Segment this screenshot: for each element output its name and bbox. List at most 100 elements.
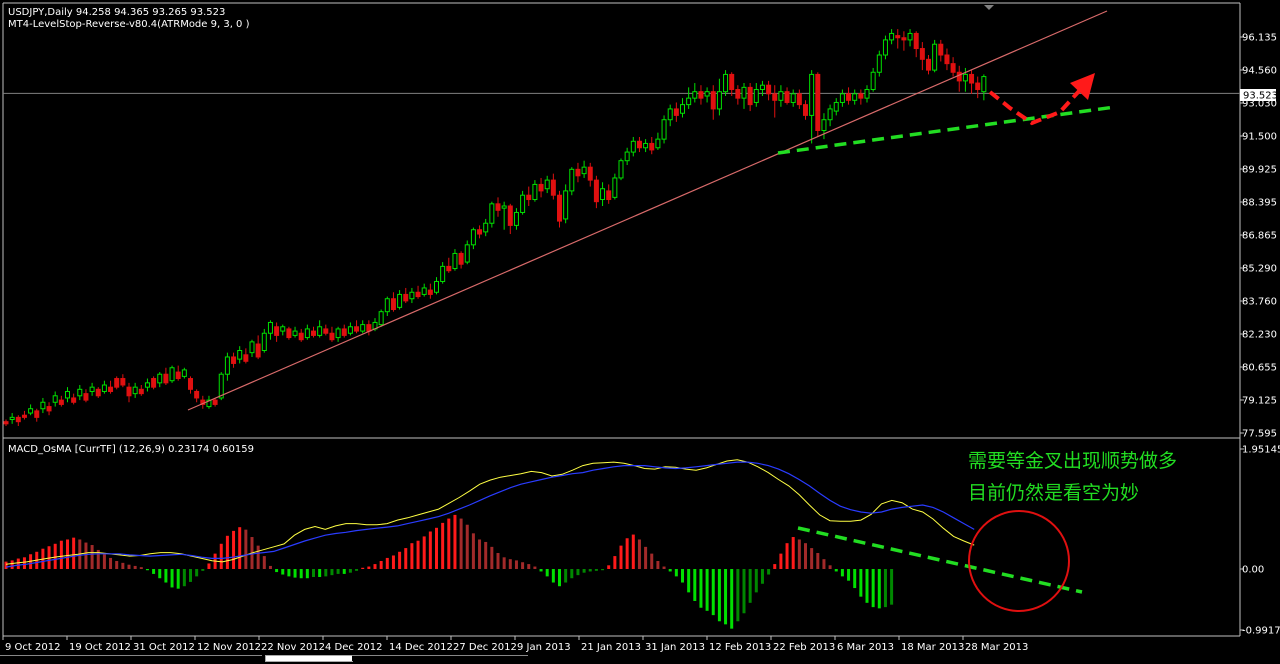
candle-body bbox=[655, 138, 661, 149]
candle-body bbox=[175, 371, 181, 380]
candle-body bbox=[839, 93, 845, 103]
candle-body bbox=[778, 91, 784, 101]
candle-body bbox=[772, 93, 778, 101]
highlight-circle[interactable] bbox=[968, 510, 1070, 612]
candle-body bbox=[766, 84, 772, 95]
candle-body bbox=[950, 63, 956, 73]
candle-body bbox=[587, 166, 593, 181]
time-tick-label: 9 Oct 2012 bbox=[5, 642, 60, 653]
candle-body bbox=[261, 332, 267, 351]
candle-body bbox=[464, 244, 470, 263]
candle-body bbox=[169, 367, 175, 382]
time-tick-label: 4 Dec 2012 bbox=[325, 642, 383, 653]
candle-body bbox=[34, 410, 40, 418]
time-tick-label: 27 Dec 2012 bbox=[453, 642, 517, 653]
candle-body bbox=[397, 293, 403, 308]
annotation-line-1: 需要等金叉出现顺势做多 bbox=[968, 450, 1177, 472]
candle-body bbox=[329, 332, 335, 341]
candle-body bbox=[932, 43, 938, 71]
candle-body bbox=[563, 190, 569, 220]
chart-canvas[interactable]: USDJPY,Daily 94.258 94.365 93.265 93.523… bbox=[0, 0, 1280, 660]
candle-body bbox=[237, 350, 243, 360]
candle-body bbox=[526, 194, 532, 201]
candle-body bbox=[224, 356, 230, 375]
candle-body bbox=[360, 324, 366, 332]
candle-body bbox=[624, 151, 630, 162]
candle-body bbox=[409, 291, 415, 300]
price-tick-label: 85.290 bbox=[1242, 264, 1277, 275]
candle-body bbox=[267, 321, 273, 334]
candle-body bbox=[274, 326, 280, 336]
candle-body bbox=[304, 328, 310, 339]
candle-body bbox=[913, 32, 919, 50]
candle-body bbox=[489, 203, 495, 224]
candle-body bbox=[434, 280, 439, 293]
candle-body bbox=[3, 421, 9, 425]
candle-body bbox=[981, 76, 987, 93]
candle-body bbox=[667, 108, 673, 121]
candle-body bbox=[71, 397, 77, 403]
candle-body bbox=[864, 89, 870, 99]
candle-body bbox=[89, 386, 95, 392]
time-tick-label: 12 Nov 2012 bbox=[197, 642, 261, 653]
chart-tab-3[interactable] bbox=[352, 655, 528, 661]
candle-body bbox=[21, 414, 27, 418]
candle-body bbox=[292, 330, 298, 336]
candle-body bbox=[704, 91, 710, 97]
macd-tick-label: -0.99172 bbox=[1242, 625, 1280, 636]
candle-body bbox=[796, 93, 802, 106]
price-tick-label: 96.135 bbox=[1242, 33, 1277, 44]
candle-body bbox=[501, 205, 507, 209]
candle-body bbox=[661, 119, 667, 140]
candle-body bbox=[846, 93, 852, 101]
candle-body bbox=[255, 343, 261, 358]
time-tick-label: 19 Oct 2012 bbox=[69, 642, 131, 653]
candle-body bbox=[618, 160, 624, 179]
candle-body bbox=[378, 311, 384, 326]
candle-body bbox=[612, 177, 618, 198]
candle-body bbox=[938, 43, 944, 56]
candle-body bbox=[809, 73, 815, 116]
annotation-line-2: 目前仍然是看空为妙 bbox=[968, 482, 1139, 504]
price-tick-label: 91.500 bbox=[1242, 132, 1277, 143]
price-tick-label: 86.865 bbox=[1242, 231, 1277, 242]
chart-shift-marker-icon[interactable] bbox=[984, 5, 994, 10]
time-tick-label: 6 Mar 2013 bbox=[837, 642, 894, 653]
time-tick-label: 21 Jan 2013 bbox=[581, 642, 641, 653]
candle-body bbox=[815, 73, 821, 131]
candle-body bbox=[735, 89, 741, 99]
indicator-info: MT4-LevelStop-Reverse-v80.4(ATRMode 9, 3… bbox=[8, 19, 250, 30]
candle-body bbox=[876, 54, 882, 73]
trendline[interactable] bbox=[187, 10, 1108, 411]
price-tick-label: 88.395 bbox=[1242, 198, 1277, 209]
candle-body bbox=[723, 73, 729, 93]
candle-body bbox=[40, 401, 46, 410]
candle-body bbox=[956, 71, 962, 82]
chart-tab-1[interactable] bbox=[0, 655, 262, 661]
candle-body bbox=[557, 194, 562, 222]
candle-body bbox=[692, 91, 698, 99]
candle-body bbox=[151, 378, 157, 388]
candle-body bbox=[114, 378, 120, 388]
candle-body bbox=[194, 390, 200, 399]
candle-body bbox=[944, 54, 950, 65]
candle-body bbox=[470, 229, 476, 246]
candle-body bbox=[919, 48, 925, 60]
candle-body bbox=[870, 71, 876, 91]
candle-body bbox=[630, 140, 636, 153]
candle-body bbox=[710, 91, 716, 110]
candle-body bbox=[833, 101, 839, 112]
chart-window: USDJPY,Daily 94.258 94.365 93.265 93.523… bbox=[0, 0, 1280, 662]
chart-tab-2[interactable] bbox=[265, 655, 353, 662]
candle-body bbox=[575, 168, 581, 177]
forecast-arrow[interactable] bbox=[988, 88, 1082, 126]
macd-trendline[interactable] bbox=[797, 526, 1083, 594]
candle-body bbox=[852, 93, 858, 101]
signal-line bbox=[5, 461, 975, 568]
candle-body bbox=[384, 298, 390, 313]
candle-body bbox=[132, 386, 138, 395]
macd-tick-label: 0.00 bbox=[1242, 565, 1264, 576]
candle-body bbox=[716, 91, 722, 110]
price-tick-label: 94.560 bbox=[1242, 66, 1277, 77]
candle-body bbox=[513, 211, 519, 226]
